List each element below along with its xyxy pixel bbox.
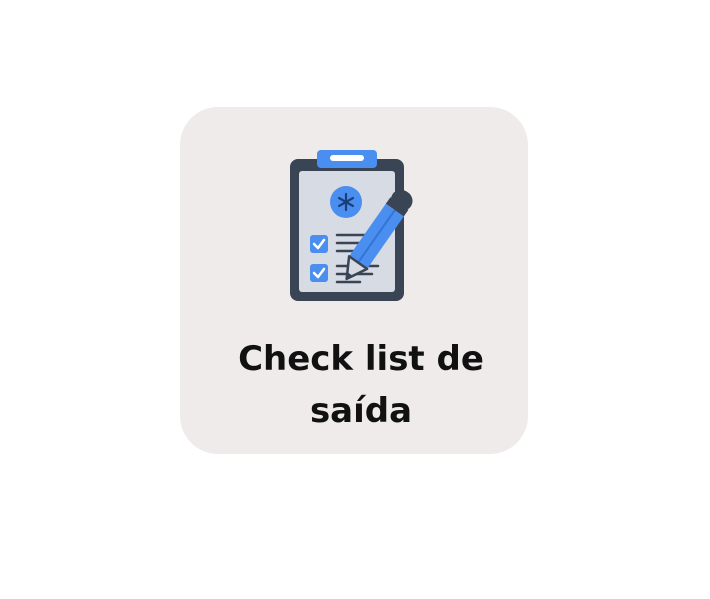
screen: Check list de saída [0, 0, 710, 599]
tile-label-line-1: Check list de [238, 339, 484, 379]
tile-label: Check list de saída [180, 333, 528, 437]
checklist-exit-tile[interactable]: Check list de saída [180, 107, 528, 454]
clipboard-checklist-icon [290, 150, 413, 301]
tile-label-line-2: saída [309, 391, 413, 431]
